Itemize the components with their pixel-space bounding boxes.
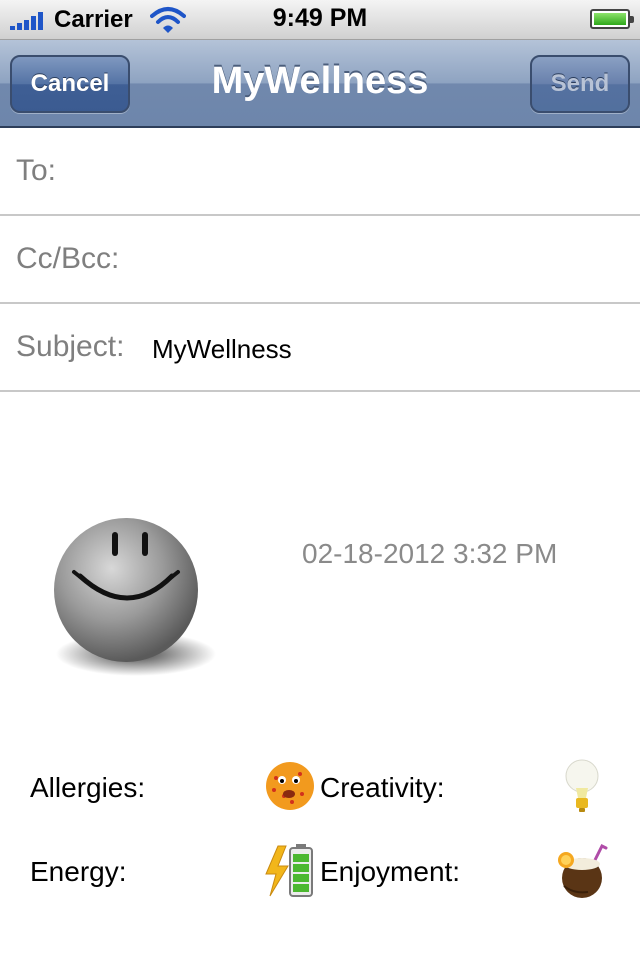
subject-input[interactable]: MyWellness bbox=[152, 334, 292, 365]
subject-label: Subject: bbox=[16, 330, 125, 363]
subject-field[interactable]: Subject: MyWellness bbox=[0, 304, 640, 392]
battery-icon bbox=[590, 9, 634, 29]
smiley-face-icon bbox=[54, 518, 216, 676]
to-field[interactable]: To: bbox=[0, 128, 640, 216]
lightbulb-icon bbox=[565, 759, 599, 812]
status-bar: Carrier 9:49 PM bbox=[0, 0, 640, 40]
navigation-bar: Cancel MyWellness Send bbox=[0, 40, 640, 128]
battery-charging-icon bbox=[265, 844, 313, 897]
to-label: To: bbox=[16, 154, 57, 187]
sneezing-face-icon bbox=[266, 762, 314, 810]
creativity-label: Creativity: bbox=[320, 772, 445, 803]
cc-bcc-field[interactable]: Cc/Bcc: bbox=[0, 216, 640, 304]
cc-bcc-label: Cc/Bcc: bbox=[16, 242, 120, 275]
send-button[interactable]: Send bbox=[530, 55, 630, 113]
energy-label: Energy: bbox=[30, 856, 127, 887]
clock: 9:49 PM bbox=[272, 4, 368, 32]
timestamp: 02-18-2012 3:32 PM bbox=[302, 538, 558, 569]
coconut-drink-icon bbox=[558, 843, 608, 898]
enjoyment-label: Enjoyment: bbox=[320, 856, 461, 887]
allergies-label: Allergies: bbox=[30, 772, 146, 803]
